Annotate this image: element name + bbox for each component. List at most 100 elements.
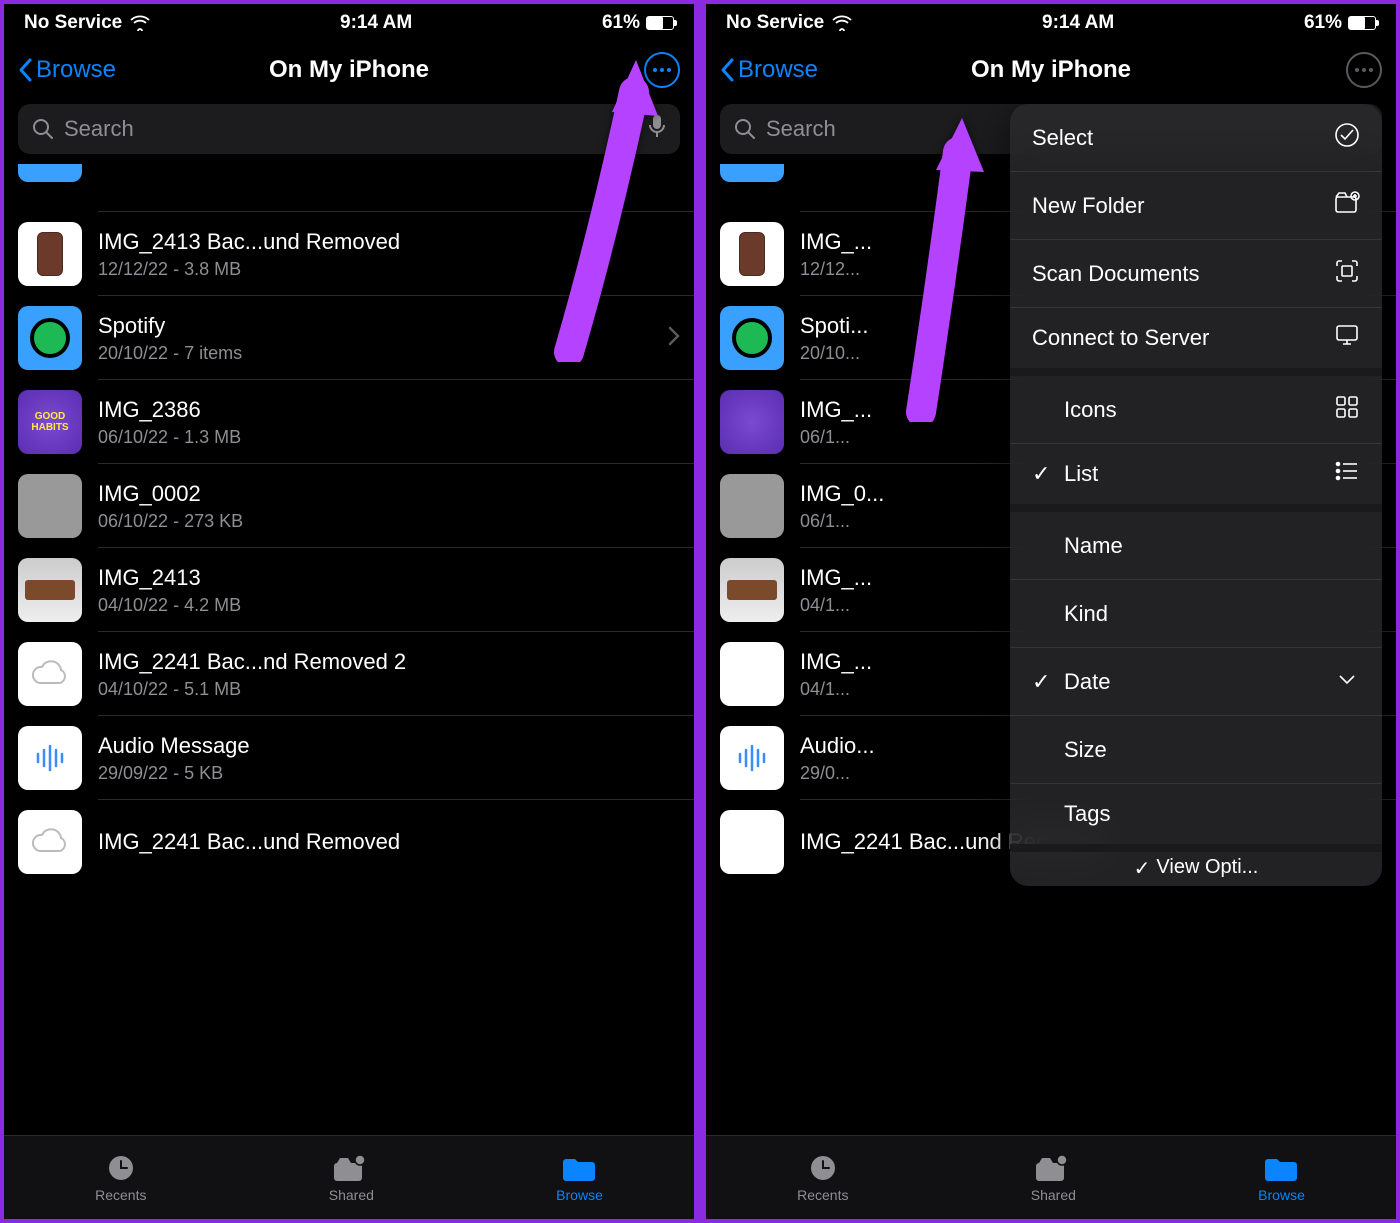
image-thumbnail-icon: [18, 222, 82, 286]
file-list[interactable]: IMG_2413 Bac...und Removed12/12/22 - 3.8…: [4, 164, 694, 1135]
back-button[interactable]: Browse: [18, 56, 116, 84]
image-thumbnail-icon: [18, 558, 82, 622]
file-name: IMG_0002: [98, 481, 680, 507]
search-icon: [32, 118, 54, 140]
image-thumbnail-icon: [720, 810, 784, 874]
tab-browse[interactable]: Browse: [1258, 1153, 1305, 1203]
clock-label: 9:14 AM: [1042, 12, 1114, 34]
status-bar: No Service 9:14 AM 61%: [4, 4, 694, 42]
search-icon: [734, 118, 756, 140]
battery-icon: [646, 16, 674, 30]
menu-label: Tags: [1064, 801, 1110, 827]
checkmark-icon: ✓: [1032, 669, 1056, 695]
image-thumbnail-icon: [720, 642, 784, 706]
menu-item-list-view[interactable]: ✓ List: [1010, 444, 1382, 512]
folder-row[interactable]: Spotify20/10/22 - 7 items: [4, 296, 694, 380]
back-label: Browse: [36, 56, 116, 84]
tab-shared[interactable]: Shared: [329, 1153, 374, 1203]
file-name: IMG_2241 Bac...und Removed: [98, 829, 680, 855]
spotify-icon: [30, 318, 70, 358]
file-row[interactable]: Audio Message29/09/22 - 5 KB: [4, 716, 694, 800]
image-thumbnail-icon: [720, 390, 784, 454]
menu-label: List: [1064, 461, 1098, 487]
menu-label: Connect to Server: [1032, 325, 1209, 351]
more-button[interactable]: [644, 52, 680, 88]
file-meta: 06/10/22 - 273 KB: [98, 511, 680, 532]
file-row[interactable]: IMG_2413 Bac...und Removed12/12/22 - 3.8…: [4, 212, 694, 296]
tab-label: Recents: [797, 1187, 848, 1203]
tab-label: Browse: [1258, 1187, 1305, 1203]
image-thumbnail-icon: [720, 474, 784, 538]
tab-recents[interactable]: Recents: [95, 1153, 146, 1203]
menu-item-select[interactable]: Select: [1010, 104, 1382, 172]
chevron-down-icon: [1334, 666, 1360, 698]
wifi-icon: [832, 15, 852, 31]
menu-item-connect-server[interactable]: Connect to Server: [1010, 308, 1382, 376]
mic-icon[interactable]: [648, 114, 666, 144]
tab-label: Recents: [95, 1187, 146, 1203]
menu-label: New Folder: [1032, 193, 1144, 219]
menu-item-view-options-partial[interactable]: ✓View Opti...: [1010, 852, 1382, 886]
menu-item-new-folder[interactable]: New Folder: [1010, 172, 1382, 240]
checkmark-icon: ✓: [1032, 461, 1056, 487]
context-menu: Select New Folder Scan Documents Connect…: [1010, 104, 1382, 886]
image-thumbnail-icon: [720, 558, 784, 622]
menu-item-icons-view[interactable]: Icons: [1010, 376, 1382, 444]
file-meta: 06/10/22 - 1.3 MB: [98, 427, 680, 448]
image-thumbnail-icon: [18, 810, 82, 874]
file-meta: 29/09/22 - 5 KB: [98, 763, 680, 784]
tab-recents[interactable]: Recents: [797, 1153, 848, 1203]
file-row[interactable]: GOODHABITS IMG_238606/10/22 - 1.3 MB: [4, 380, 694, 464]
tab-label: Shared: [329, 1187, 374, 1203]
battery-pct-label: 61%: [602, 12, 640, 34]
file-meta: 04/10/22 - 4.2 MB: [98, 595, 680, 616]
menu-label: Icons: [1064, 397, 1117, 423]
battery-pct-label: 61%: [1304, 12, 1342, 34]
spotify-icon: [732, 318, 772, 358]
menu-label: Select: [1032, 125, 1093, 151]
image-thumbnail-icon: [18, 642, 82, 706]
tab-bar: Recents Shared Browse: [706, 1135, 1396, 1219]
file-row[interactable]: IMG_2241 Bac...und Removed: [4, 800, 694, 884]
carrier-label: No Service: [726, 12, 824, 34]
tab-bar: Recents Shared Browse: [4, 1135, 694, 1219]
nav-bar: Browse On My iPhone: [706, 42, 1396, 98]
battery-icon: [1348, 16, 1376, 30]
status-bar: No Service 9:14 AM 61%: [706, 4, 1396, 42]
scan-icon: [1334, 258, 1360, 290]
menu-item-sort-tags[interactable]: Tags: [1010, 784, 1382, 852]
more-button[interactable]: [1346, 52, 1382, 88]
tab-label: Browse: [556, 1187, 603, 1203]
menu-item-scan-documents[interactable]: Scan Documents: [1010, 240, 1382, 308]
tab-browse[interactable]: Browse: [556, 1153, 603, 1203]
menu-item-sort-date[interactable]: ✓ Date: [1010, 648, 1382, 716]
nav-bar: Browse On My iPhone: [4, 42, 694, 98]
menu-item-sort-kind[interactable]: Kind: [1010, 580, 1382, 648]
menu-item-sort-size[interactable]: Size: [1010, 716, 1382, 784]
chevron-right-icon: [668, 326, 680, 351]
audio-file-icon: [720, 726, 784, 790]
file-row[interactable]: IMG_241304/10/22 - 4.2 MB: [4, 548, 694, 632]
tab-shared[interactable]: Shared: [1031, 1153, 1076, 1203]
folder-row-partial[interactable]: [18, 164, 680, 186]
search-input[interactable]: Search: [18, 104, 680, 154]
file-meta: 04/10/22 - 5.1 MB: [98, 679, 680, 700]
grid-icon: [1334, 394, 1360, 426]
new-folder-icon: [1334, 190, 1360, 222]
menu-label: Date: [1064, 669, 1110, 695]
image-thumbnail-icon: [720, 222, 784, 286]
menu-item-sort-name[interactable]: Name: [1010, 512, 1382, 580]
back-button[interactable]: Browse: [720, 56, 818, 84]
file-meta: 20/10/22 - 7 items: [98, 343, 652, 364]
server-icon: [1334, 322, 1360, 354]
audio-file-icon: [18, 726, 82, 790]
file-name: IMG_2413 Bac...und Removed: [98, 229, 680, 255]
file-row[interactable]: IMG_2241 Bac...nd Removed 204/10/22 - 5.…: [4, 632, 694, 716]
menu-label: View Opti...: [1156, 856, 1258, 879]
file-name: IMG_2386: [98, 397, 680, 423]
folder-icon: [18, 306, 82, 370]
file-row[interactable]: IMG_0002 06/10/22 - 273 KB: [4, 464, 694, 548]
carrier-label: No Service: [24, 12, 122, 34]
clock-label: 9:14 AM: [340, 12, 412, 34]
folder-icon: [720, 306, 784, 370]
